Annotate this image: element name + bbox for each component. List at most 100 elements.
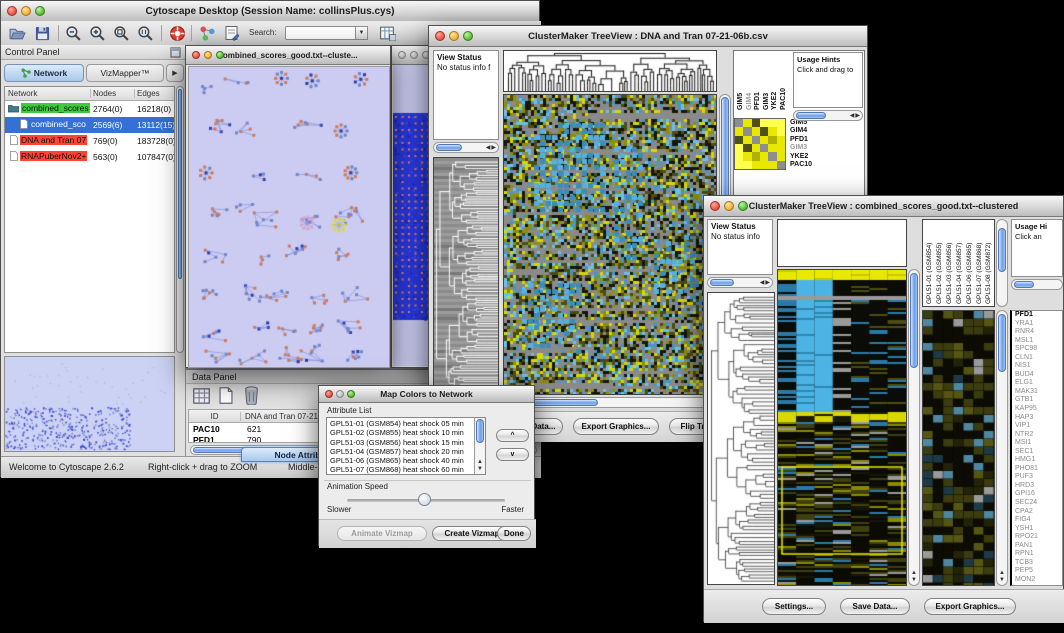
gene-label[interactable]: RPN1 [1012,550,1062,559]
gene-label[interactable]: CLN1 [1012,354,1062,363]
main-titlebar[interactable]: Cytoscape Desktop (Session Name: collins… [1,1,539,22]
gene-label[interactable]: GIM4 [790,127,832,135]
column-label[interactable]: GPL51-08 (GSM872) [984,220,994,304]
scrollbar-thumb[interactable] [796,112,826,119]
minimize-button[interactable] [204,51,212,59]
tv1-heatmap-hscrollbar[interactable] [503,397,717,408]
gene-label[interactable]: HAP3 [1012,414,1062,423]
gene-label[interactable]: TCB3 [1012,559,1062,568]
minimize-button[interactable] [724,201,734,211]
close-button[interactable] [398,51,406,59]
gene-label[interactable]: MSI1 [1012,439,1062,448]
minimize-button[interactable] [410,51,418,59]
gene-label[interactable]: RNR4 [1012,328,1062,337]
column-header-network[interactable]: Network [5,89,91,98]
gene-label[interactable]: MON2 [1012,576,1062,585]
gene-label[interactable]: SPC98 [1012,345,1062,354]
attribute-list-item[interactable]: GPL51-01 (GSM854) heat shock 05 min [327,419,474,428]
attribute-table-button[interactable] [192,387,211,410]
gene-label[interactable]: GPI16 [1012,490,1062,499]
tv1-zoom-matrix[interactable] [734,118,786,170]
minimize-button[interactable] [21,6,31,16]
minimize-button[interactable] [449,31,459,41]
zoom-out-button[interactable] [63,24,83,42]
scroll-arrows-icon[interactable]: ▲▼ [475,459,485,473]
heatmap-canvas[interactable] [504,95,716,394]
gene-label[interactable]: MAK31 [1012,388,1062,397]
listbox-scrollbar[interactable]: ▲▼ [474,418,485,474]
delete-attribute-button[interactable] [243,385,260,410]
tv1-usage-scrollbar[interactable]: ◀▶ [793,110,863,121]
attribute-list-item[interactable]: GPL51-06 (GSM865) heat shock 40 min [327,456,474,465]
tv2-titlebar[interactable]: ClusterMaker TreeView : combined_scores_… [704,196,1063,217]
tv2-status-scrollbar[interactable]: ◀▶ [707,277,773,288]
help-button[interactable] [167,24,187,42]
network-list-row[interactable]: DNA and Tran 07769(0)183728(0) [5,133,174,149]
attribute-list-item[interactable]: GPL51-04 (GSM857) heat shock 20 min [327,447,474,456]
attribute-list-item[interactable]: GPL51-03 (GSM856) heat shock 15 min [327,438,474,447]
column-header-id[interactable]: ID [189,412,241,421]
heatmap-canvas[interactable] [778,270,906,585]
open-file-button[interactable] [7,24,27,42]
search-dropdown-button[interactable]: ▼ [355,26,368,40]
gene-label[interactable]: YKE2 [790,153,832,161]
tv2-pixel-scrollbar[interactable]: ▲▼ [996,310,1008,586]
gene-label[interactable]: HRD3 [1012,482,1062,491]
column-label[interactable]: GPL51-06 (GSM865) [965,220,975,304]
tv1-status-scrollbar[interactable]: ◀▶ [433,142,499,153]
tv2-usage-scrollbar[interactable] [1011,279,1063,290]
network-list-row[interactable]: RNAPuberNov2+563(0)107847(0) [5,149,174,165]
move-up-button[interactable]: ^ [496,429,529,442]
scroll-arrows-icon[interactable]: ◀▶ [486,143,497,152]
new-attribute-button[interactable] [218,386,234,410]
column-label[interactable]: GIM5 [737,52,746,110]
gene-label[interactable]: BUD4 [1012,371,1062,380]
gene-label[interactable]: GTB1 [1012,396,1062,405]
network-overview-canvas[interactable] [5,357,174,451]
column-dendrogram-canvas[interactable] [504,51,716,91]
tv1-titlebar[interactable]: ClusterMaker TreeView : DNA and Tran 07-… [429,26,867,47]
row-dendrogram-canvas[interactable] [434,158,498,394]
float-panel-icon[interactable] [170,47,181,63]
move-down-button[interactable]: v [496,448,529,461]
zoom-button[interactable] [35,6,45,16]
scrollbar-thumb[interactable] [1014,281,1034,288]
scrollbar-thumb[interactable] [710,279,734,286]
gene-label[interactable]: YRA1 [1012,320,1062,329]
column-label[interactable]: PFD1 [754,52,763,110]
network-list-scrollbar[interactable] [176,86,184,353]
gene-label[interactable]: PAC10 [790,161,832,169]
gene-label[interactable]: KAP95 [1012,405,1062,414]
zoom-fit-button[interactable] [111,24,131,42]
done-button[interactable]: Done [497,526,531,541]
gene-label[interactable]: VIP1 [1012,422,1062,431]
column-header-edges[interactable]: Edges [135,89,175,98]
scrollbar-thumb[interactable] [998,228,1006,272]
column-label[interactable]: YKE2 [771,52,780,110]
vizmapper-button[interactable] [197,24,217,42]
settings-button[interactable]: Settings... [762,598,826,615]
gene-label[interactable]: MSL1 [1012,337,1062,346]
zoom-button[interactable] [463,31,473,41]
scrollbar-thumb[interactable] [910,273,918,368]
gene-label[interactable]: NIS1 [1012,362,1062,371]
column-label[interactable]: GPL51-07 (GSM868) [975,220,985,304]
gene-label[interactable]: PHO81 [1012,465,1062,474]
zoom-actual-button[interactable] [135,24,155,42]
scroll-arrows-icon[interactable]: ◀▶ [850,111,861,120]
gene-label[interactable]: PUF3 [1012,473,1062,482]
attribute-list-item[interactable]: GPL51-02 (GSM855) heat shock 10 min [327,428,474,437]
gene-label[interactable]: PFD1 [1012,311,1062,320]
column-header-nodes[interactable]: Nodes [91,89,135,98]
gene-label[interactable]: ELG1 [1012,379,1062,388]
gene-label[interactable]: RPO21 [1012,533,1062,542]
zoom-in-button[interactable] [87,24,107,42]
column-label[interactable]: GPL51-02 (GSM855) [935,220,945,304]
gene-label[interactable]: PAN1 [1012,542,1062,551]
column-label[interactable]: GIM4 [746,52,755,110]
scrollbar-thumb[interactable] [476,419,484,443]
tv2-heatmap-vscrollbar[interactable]: ▲▼ [908,269,920,586]
dialog-titlebar[interactable]: Map Colors to Network [319,386,534,403]
table-import-button[interactable] [377,24,397,42]
network-list-row[interactable]: combined_sco2569(6)13112(15) [5,117,174,133]
